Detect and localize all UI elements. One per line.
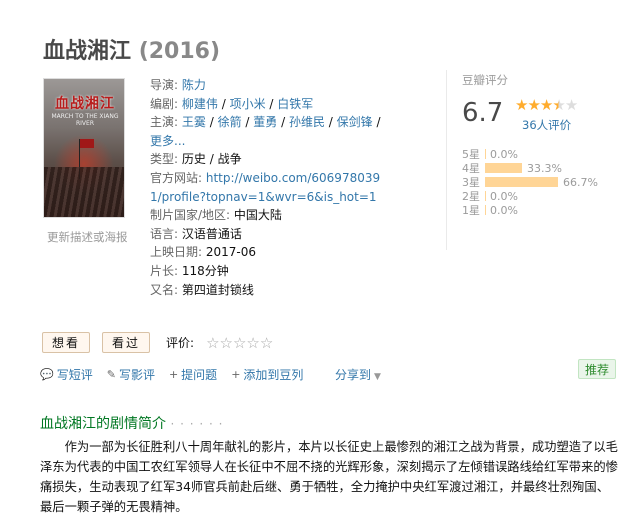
poster-subtitle-text: MARCH TO THE XIANG RIVER — [51, 113, 119, 127]
rating-score: 6.7 — [462, 98, 504, 128]
writer-link[interactable]: 白铁军 — [277, 97, 313, 111]
writer-link[interactable]: 柳建伟 — [182, 97, 218, 111]
region-value: 中国大陆 — [233, 208, 282, 223]
language-row: 语言: 汉语普通话 — [150, 226, 242, 241]
write-short-review-link[interactable]: 💬 写短评 — [40, 366, 93, 383]
recommend-button[interactable]: 推荐 — [578, 359, 617, 379]
add-to-list-link[interactable]: + 添加到豆列 — [231, 366, 303, 383]
release-row: 上映日期: 2017-06 — [150, 245, 257, 260]
actor-link[interactable]: 董勇 — [253, 115, 277, 129]
director-link[interactable]: 陈力 — [182, 78, 206, 92]
movie-poster[interactable]: 血战湘江 MARCH TO THE XIANG RIVER — [43, 78, 125, 218]
distribution-bar — [485, 149, 486, 159]
rating-panel: 豆瓣评分 6.7 ★★★★★ 36人评价 5星 0.0% 4星 33.3% 3星… — [446, 70, 616, 250]
genre-value: 历史 — [181, 152, 206, 167]
aka-value: 第四道封锁线 — [181, 282, 254, 297]
chevron-down-icon: ▼ — [374, 372, 381, 382]
comment-icon: 💬 — [40, 368, 54, 381]
update-description-link[interactable]: 更新描述或海报 — [47, 229, 128, 245]
want-to-watch-button[interactable]: 想看 — [42, 332, 91, 353]
region-row: 制片国家/地区: 中国大陆 — [150, 208, 282, 223]
distribution-bar — [485, 177, 558, 187]
movie-name: 血战湘江 — [43, 39, 132, 64]
rating-count-link[interactable]: 36人评价 — [522, 117, 571, 133]
pencil-icon: ✎ — [106, 368, 116, 381]
ask-question-link[interactable]: + 提问题 — [169, 366, 217, 383]
runtime-value: 118分钟 — [181, 263, 229, 278]
rating-distribution: 5星 0.0% 4星 33.3% 3星 66.7% 2星 0.0% 1星 0.0… — [462, 147, 598, 218]
actor-link[interactable]: 孙维民 — [289, 115, 325, 129]
share-dropdown[interactable]: 分享到 ▼ — [335, 366, 381, 383]
distribution-row: 3星 66.7% — [462, 175, 598, 190]
distribution-row: 1星 0.0% — [462, 203, 518, 218]
actor-link[interactable]: 王霙 — [182, 115, 206, 129]
plus-icon: + — [168, 368, 179, 381]
aka-row: 又名: 第四道封锁线 — [150, 282, 254, 297]
cast-row: 主演: 王霙 / 徐箭 / 董勇 / 孙维民 / 保剑锋 / 更多... — [150, 115, 381, 148]
synopsis-text: 作为一部为长征胜利八十周年献礼的影片，本片以长征史上最惨烈的湘江之战为背景，成功… — [40, 440, 618, 514]
synopsis-heading: 血战湘江的剧情简介 · · · · · · — [40, 416, 224, 432]
rate-stars-input[interactable]: ☆☆☆☆☆ — [206, 334, 273, 352]
genre-value: 战争 — [217, 152, 242, 167]
plus-icon: + — [231, 368, 241, 381]
write-review-link[interactable]: ✎ 写影评 — [107, 366, 155, 383]
distribution-bar — [485, 163, 522, 173]
cast-more-link[interactable]: 更多... — [150, 134, 185, 148]
language-value: 汉语普通话 — [181, 226, 242, 241]
director-row: 导演: 陈力 — [150, 78, 206, 92]
official-site-row: 官方网站: http://weibo.com/6069780391/profil… — [150, 170, 381, 204]
page-title: 血战湘江 (2016) — [43, 33, 220, 65]
distribution-row: 5星 0.0% — [462, 147, 518, 162]
watched-button[interactable]: 看过 — [102, 332, 151, 353]
actor-link[interactable]: 徐箭 — [218, 115, 242, 129]
rate-label: 评价: — [166, 336, 195, 350]
rating-label: 豆瓣评分 — [462, 73, 508, 87]
flag-graphic — [80, 139, 94, 148]
distribution-row: 2星 0.0% — [462, 189, 518, 204]
writer-link[interactable]: 项小米 — [230, 97, 266, 111]
interest-buttons: 想看 看过 评价: ☆☆☆☆☆ — [42, 332, 273, 353]
movie-info: 导演: 陈力 编剧: 柳建伟 / 项小米 / 白铁军 主演: 王霙 / 徐箭 /… — [150, 76, 390, 299]
movie-year: (2016) — [138, 39, 221, 64]
actor-link[interactable]: 保剑锋 — [337, 115, 373, 129]
distribution-bar — [485, 191, 486, 201]
release-value: 2017-06 — [205, 245, 257, 260]
action-bar: 💬 写短评 ✎ 写影评 + 提问题 + 添加到豆列 — [40, 366, 303, 383]
genre-row: 类型: 历史 / 战争 — [150, 152, 242, 167]
distribution-row: 4星 33.3% — [462, 161, 562, 176]
poster-title-text: 血战湘江 — [55, 96, 115, 112]
rating-stars-icon: ★★★★★ — [515, 96, 578, 114]
writer-row: 编剧: 柳建伟 / 项小米 / 白铁军 — [150, 96, 314, 111]
runtime-row: 片长: 118分钟 — [150, 263, 229, 278]
distribution-bar — [485, 205, 486, 215]
